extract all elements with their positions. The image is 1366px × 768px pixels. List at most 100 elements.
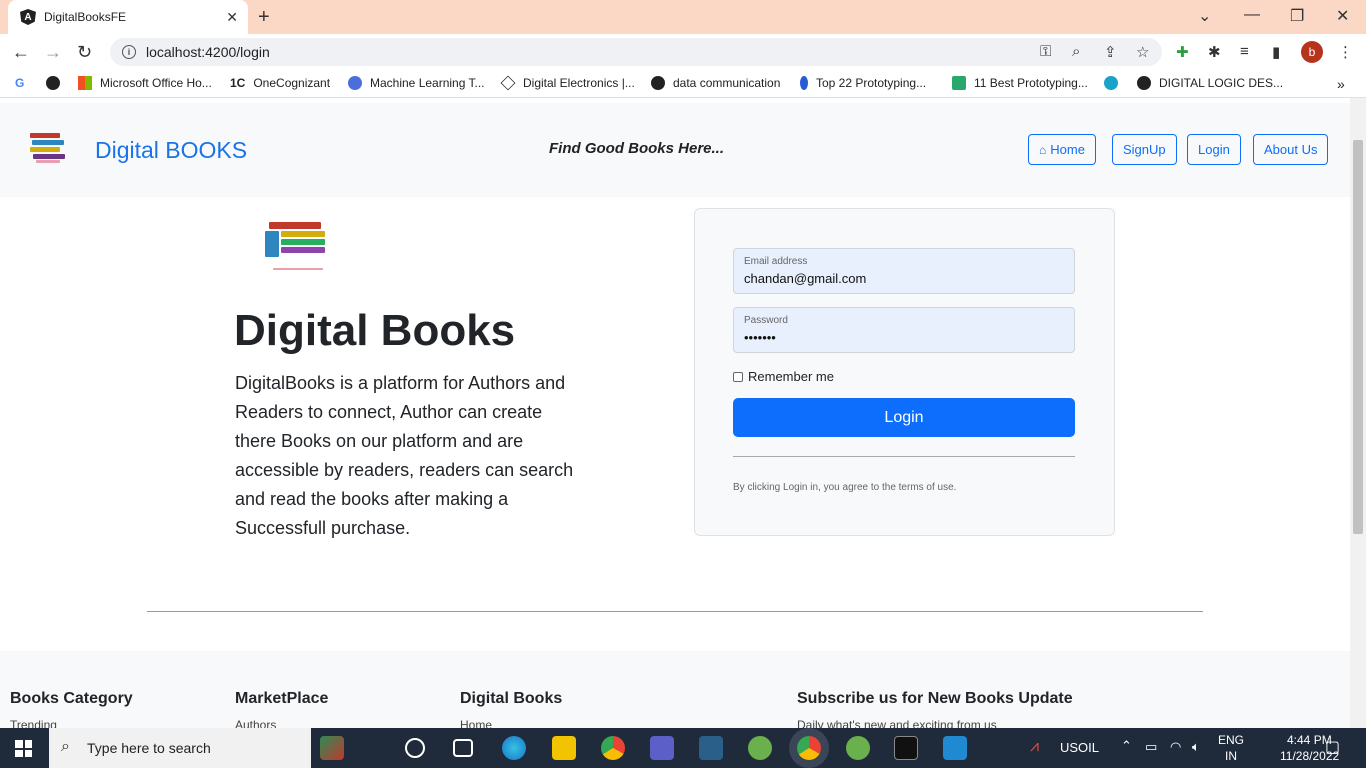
tab-search-chevron-icon[interactable]: ⌄ [1198, 6, 1211, 26]
site-info-icon[interactable]: i [122, 45, 136, 59]
bookmark-ml[interactable]: Machine Learning T... [348, 76, 485, 90]
spring-tool-2-icon[interactable] [846, 736, 870, 760]
cortana-icon[interactable] [405, 738, 425, 758]
profile-avatar[interactable]: b [1301, 41, 1323, 63]
restore-icon[interactable]: ❐ [1290, 6, 1304, 26]
browser-tab-strip: A DigitalBooksFE ✕ + ⌄ — ❐ ✕ [0, 0, 1366, 34]
bookmark-prototyping-1[interactable]: Top 22 Prototyping... [800, 76, 926, 90]
site-brand[interactable]: Digital BOOKS [95, 137, 247, 164]
bookmark-digital-electronics[interactable]: Digital Electronics |... [500, 75, 635, 91]
menu-kebab-icon[interactable]: ⋮ [1338, 43, 1353, 61]
share-icon[interactable]: ⇪ [1104, 43, 1117, 61]
task-view-icon[interactable] [453, 739, 473, 757]
reload-icon[interactable]: ↻ [77, 42, 92, 63]
ml-bookmark-icon [348, 76, 362, 90]
chrome-active-icon[interactable] [797, 736, 821, 760]
chrome-icon[interactable] [601, 736, 625, 760]
key-icon[interactable]: ⚿ [1040, 43, 1051, 60]
region-indicator[interactable]: IN [1225, 749, 1237, 763]
password-field[interactable]: Password ••••••• [733, 307, 1075, 353]
bookmark-label: Digital Electronics |... [523, 76, 635, 90]
wifi-icon[interactable]: ◠ [1170, 739, 1181, 755]
address-bar[interactable]: i localhost:4200/login [110, 38, 1162, 66]
weather-widget-label[interactable]: USOIL [1060, 740, 1099, 755]
tray-chevron-icon[interactable]: ⌃ [1121, 738, 1132, 754]
more-bookmarks-icon[interactable]: » [1337, 76, 1345, 92]
spring-tool-icon[interactable] [748, 736, 772, 760]
back-icon[interactable]: ← [12, 42, 30, 63]
notification-icon[interactable]: ▢ [1325, 737, 1340, 757]
file-explorer-icon[interactable] [552, 736, 576, 760]
terminal-icon[interactable] [894, 736, 918, 760]
bookmark-data-communication[interactable]: data communication [651, 76, 780, 90]
minimize-icon[interactable]: — [1244, 6, 1260, 24]
globe-bookmark-icon[interactable] [46, 76, 68, 90]
new-tab-icon[interactable]: + [258, 6, 270, 29]
microsoft-logo-icon [78, 76, 92, 90]
forward-icon[interactable]: → [44, 42, 62, 63]
google-icon[interactable]: G [15, 76, 24, 90]
footer-heading-digital-books: Digital Books [460, 690, 563, 707]
nav-login-button[interactable]: Login [1187, 134, 1241, 165]
login-submit-button[interactable]: Login [733, 398, 1075, 437]
bookmark-label: OneCognizant [253, 76, 331, 90]
checkbox-box[interactable] [733, 371, 743, 382]
hero-description: DigitalBooks is a platform for Authors a… [235, 373, 574, 538]
vscode-icon[interactable] [943, 736, 967, 760]
edge-bookmark-icon[interactable] [1104, 76, 1126, 90]
bookmark-digital-logic[interactable]: DIGITAL LOGIC DES... [1137, 76, 1283, 90]
tab-title: DigitalBooksFE [44, 10, 127, 24]
angular-favicon-icon: A [20, 9, 36, 25]
remember-me-label: Remember me [748, 369, 834, 384]
extension-plus-icon[interactable]: ✚ [1176, 43, 1189, 61]
nav-home-button[interactable]: ⌂ Home [1028, 134, 1096, 165]
footer-heading-marketplace: MarketPlace [235, 690, 329, 707]
nav-about-label: About Us [1264, 142, 1318, 157]
home-icon: ⌂ [1039, 142, 1047, 157]
edge-icon[interactable] [502, 736, 526, 760]
bookmark-label: 11 Best Prototyping... [974, 76, 1088, 90]
gift-widget-icon[interactable] [320, 736, 344, 760]
media-queue-icon[interactable]: ≡ [1240, 43, 1249, 60]
stock-trend-icon[interactable]: ⩘ [1030, 738, 1039, 756]
nav-about-button[interactable]: About Us [1253, 134, 1329, 165]
windows-taskbar: ⌕ Type here to search ⩘ USOIL ⌃ ▭ ◠ 🔈︎ E… [0, 728, 1366, 768]
bookmark-office[interactable]: Microsoft Office Ho... [78, 76, 212, 90]
bookmark-label: Microsoft Office Ho... [100, 76, 212, 90]
site-navbar: Digital BOOKS Find Good Books Here... ⌂ … [0, 103, 1350, 197]
remember-me-checkbox[interactable]: Remember me [733, 369, 834, 384]
footer-heading-subscribe: Subscribe us for New Books Update [797, 690, 1073, 707]
browser-tab[interactable]: A DigitalBooksFE ✕ [8, 0, 248, 34]
zoom-icon[interactable]: ⌕ [1072, 43, 1080, 60]
page-scrollbar[interactable] [1350, 98, 1366, 728]
side-panel-icon[interactable]: ▮ [1272, 43, 1280, 61]
nav-home-label: Home [1050, 142, 1085, 157]
scrollbar-thumb[interactable] [1353, 140, 1363, 534]
footer-link-authors[interactable]: Authors [235, 718, 276, 728]
onecognizant-icon: 1C [230, 76, 246, 90]
window-close-icon[interactable]: ✕ [1336, 6, 1349, 26]
bookmark-star-icon[interactable]: ☆ [1136, 43, 1149, 61]
footer-link-home[interactable]: Home [460, 718, 492, 728]
email-field[interactable]: Email address chandan@gmail.com [733, 248, 1075, 294]
taskbar-search-box[interactable]: ⌕ Type here to search [49, 728, 311, 768]
terms-text: By clicking Login in, you agree to the t… [733, 482, 957, 493]
nav-signup-button[interactable]: SignUp [1112, 134, 1177, 165]
site-tagline: Find Good Books Here... [549, 140, 725, 157]
site-logo[interactable] [28, 129, 68, 165]
volume-icon[interactable]: 🔈︎ [1192, 739, 1200, 755]
footer-link-trending[interactable]: Trending [10, 718, 57, 728]
page-viewport: Digital BOOKS Find Good Books Here... ⌂ … [0, 98, 1350, 728]
teams-icon[interactable] [650, 736, 674, 760]
bookmark-prototyping-2[interactable]: 11 Best Prototyping... [952, 76, 1088, 90]
hero-title: Digital Books [234, 306, 516, 355]
close-tab-icon[interactable]: ✕ [226, 9, 238, 26]
battery-icon[interactable]: ▭ [1145, 739, 1157, 755]
globe-bookmark-icon [1137, 76, 1151, 90]
windows-start-icon[interactable] [15, 740, 32, 757]
bookmark-onecognizant[interactable]: 1C OneCognizant [230, 76, 330, 90]
language-indicator[interactable]: ENG [1218, 733, 1244, 747]
extensions-puzzle-icon[interactable]: ✱ [1208, 43, 1221, 61]
bookmark-label: Top 22 Prototyping... [816, 76, 927, 90]
mysql-workbench-icon[interactable] [699, 736, 723, 760]
